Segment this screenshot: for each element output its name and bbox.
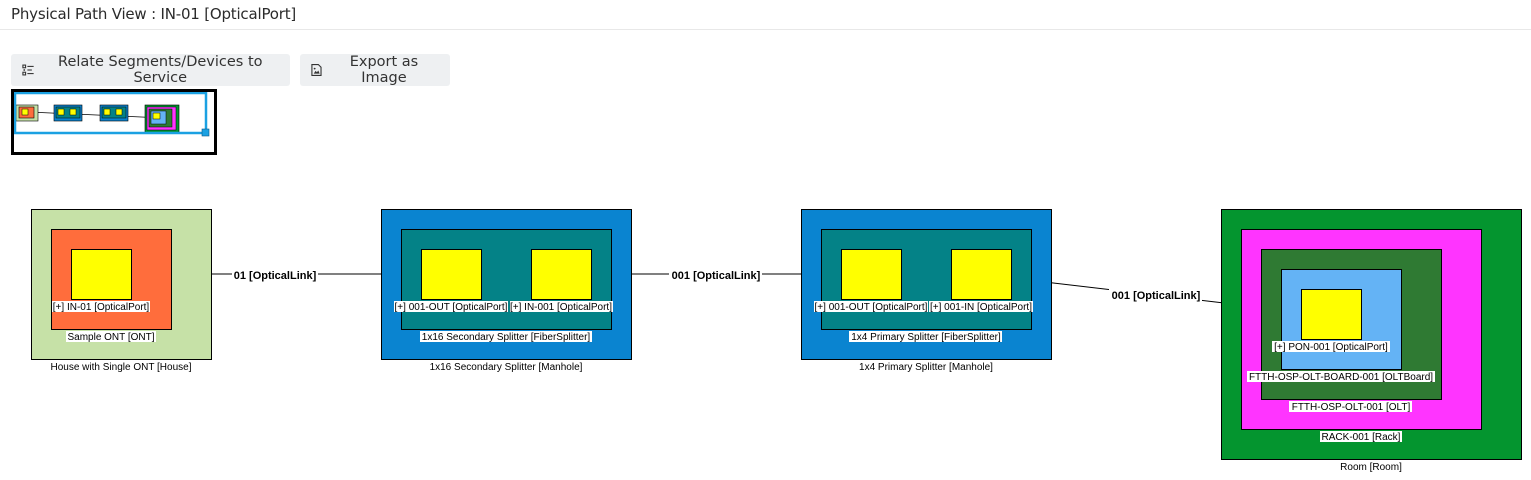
optical-link-label-3[interactable]: 001 [OpticalLink]: [1112, 290, 1201, 302]
rack-label: RACK-001 [Rack]: [1322, 432, 1401, 443]
secondary-port-out[interactable]: [421, 249, 482, 300]
primary-port-out-label: [+] 001-OUT [OpticalPort]: [815, 302, 928, 313]
ont-port-label: [+] IN-01 [OpticalPort]: [53, 302, 150, 313]
physical-path-diagram: [+] IN-01 [OpticalPort] Sample ONT [ONT]…: [31, 209, 1522, 474]
manhole-primary-node[interactable]: [+] 001-OUT [OpticalPort] [+] 001-IN [Op…: [801, 209, 1052, 374]
primary-port-in[interactable]: [951, 249, 1012, 300]
house-node[interactable]: [+] IN-01 [OpticalPort] Sample ONT [ONT]…: [31, 209, 212, 374]
secondary-port-in[interactable]: [531, 249, 592, 300]
olt-board-label: FTTH-OSP-OLT-BOARD-001 [OLTBoard]: [1249, 372, 1433, 383]
ont-label: Sample ONT [ONT]: [67, 332, 154, 343]
primary-port-out[interactable]: [841, 249, 902, 300]
ont-port-in01[interactable]: [71, 249, 132, 300]
house-label: House with Single ONT [House]: [51, 362, 192, 373]
secondary-port-out-label: [+] 001-OUT [OpticalPort]: [395, 302, 508, 313]
manhole-secondary-node[interactable]: [+] 001-OUT [OpticalPort] [+] IN-001 [Op…: [381, 209, 632, 374]
olt-port-label: [+] PON-001 [OpticalPort]: [1274, 342, 1388, 353]
olt-port-pon001[interactable]: [1301, 289, 1362, 340]
splitter-primary-label: 1x4 Primary Splitter [FiberSplitter]: [851, 332, 1001, 343]
optical-link-label-2[interactable]: 001 [OpticalLink]: [672, 270, 761, 282]
olt-label: FTTH-OSP-OLT-001 [OLT]: [1292, 402, 1411, 413]
splitter-secondary-label: 1x16 Secondary Splitter [FiberSplitter]: [422, 332, 591, 343]
optical-link-label-1[interactable]: 01 [OpticalLink]: [234, 270, 317, 282]
room-node[interactable]: [+] PON-001 [OpticalPort] FTTH-OSP-OLT-B…: [1221, 209, 1522, 474]
manhole-secondary-label: 1x16 Secondary Splitter [Manhole]: [430, 362, 583, 373]
room-label: Room [Room]: [1340, 462, 1402, 473]
secondary-port-in-label: [+] IN-001 [OpticalPort]: [510, 302, 612, 313]
manhole-primary-label: 1x4 Primary Splitter [Manhole]: [859, 362, 993, 373]
primary-port-in-label: [+] 001-IN [OpticalPort]: [930, 302, 1032, 313]
